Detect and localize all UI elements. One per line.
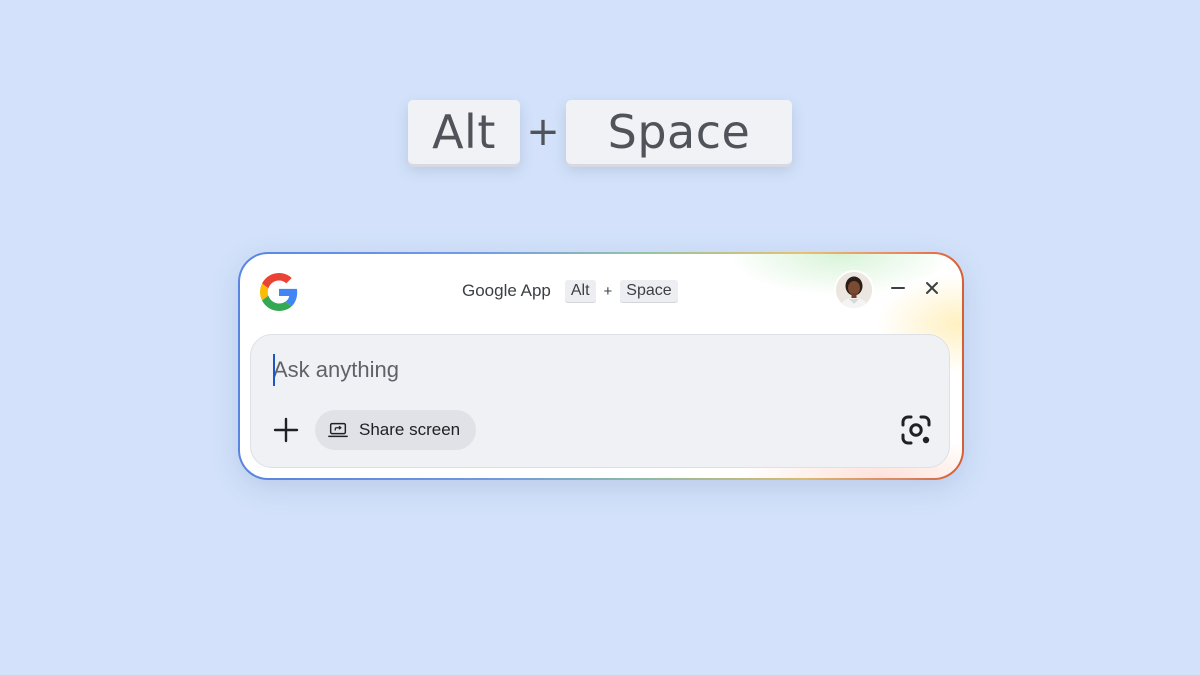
window-title-bar: Google App Alt + Space — [462, 278, 678, 304]
space-key: Space — [566, 100, 792, 164]
plus-sign: + — [526, 109, 560, 155]
minimize-icon[interactable] — [886, 276, 910, 300]
alt-key: Alt — [408, 100, 520, 164]
ask-anything-input[interactable] — [273, 353, 913, 387]
share-screen-button[interactable]: Share screen — [315, 410, 477, 450]
title-space-key: Space — [620, 280, 678, 302]
alt-key-label: Alt — [432, 105, 496, 159]
window-title: Google App — [462, 281, 551, 300]
plus-icon[interactable] — [271, 415, 301, 445]
title-alt-key: Alt — [564, 280, 596, 302]
text-caret — [273, 354, 275, 386]
user-avatar[interactable] — [836, 272, 872, 308]
title-plus-sign: + — [603, 282, 613, 300]
close-icon[interactable] — [920, 276, 944, 300]
keyboard-shortcut-display: Alt + Space — [0, 100, 1200, 168]
space-key-label: Space — [607, 105, 751, 159]
share-screen-icon — [325, 417, 351, 443]
google-lens-icon[interactable] — [899, 413, 933, 447]
share-screen-label: Share screen — [359, 420, 461, 439]
query-input-card: Share screen — [250, 334, 950, 468]
google-app-launcher: Google App Alt + Space Ask anything Shar… — [240, 254, 962, 478]
google-g-icon — [260, 273, 298, 311]
avatar-portrait-icon — [836, 272, 872, 308]
